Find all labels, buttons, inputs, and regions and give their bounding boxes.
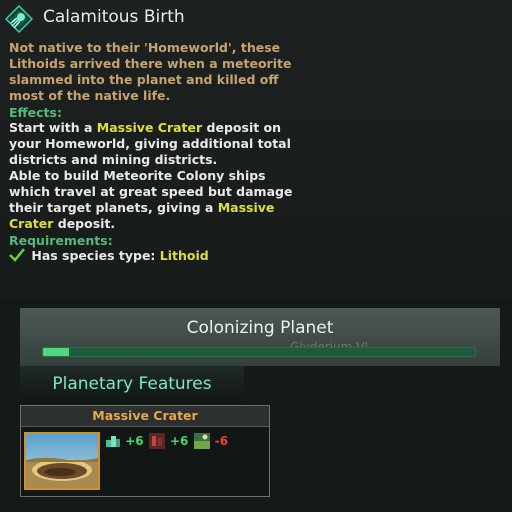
effects-text: Start with a Massive Crater deposit on y… [9,120,309,232]
modifier-value: -6 [214,434,229,448]
trait-tooltip: Calamitous Birth Not native to their 'Ho… [0,0,512,300]
requirement-text: Has species type: [31,248,160,263]
requirement-value: Lithoid [159,248,209,263]
meteor-trait-icon [4,4,34,34]
checkmark-icon [9,248,27,265]
colonization-progress-bar [42,347,476,357]
feature-modifiers: +6 +6 -6 [105,432,228,450]
mining-district-icon [148,432,166,450]
highlight-massive-crater: Massive Crater [96,120,203,135]
feature-card-massive-crater[interactable]: Massive Crater +6 +6 -6 [20,405,270,497]
colonizing-panel: Glyderium VI Colonizing Planet [20,308,500,366]
requirements-heading: Requirements: [9,233,113,248]
effects-heading: Effects: [9,105,62,120]
effect-crater-deposit: Start with a Massive Crater deposit on y… [9,120,291,167]
trait-title: Calamitous Birth [43,7,185,27]
planetary-features-header: Planetary Features [20,366,244,404]
progress-fill [43,348,69,356]
modifier-value: +6 [169,434,189,448]
effect-meteorite-ships: Able to build Meteorite Colony ships whi… [9,168,293,231]
total-districts-icon [105,434,121,449]
feature-name: Massive Crater [21,406,269,427]
crater-image [24,432,100,490]
planetary-features-title: Planetary Features [52,374,212,394]
colonizing-title: Colonizing Planet [186,318,334,338]
trait-description: Not native to their 'Homeworld', these L… [9,40,292,103]
planet-habitability-icon [193,432,211,450]
requirement-row: Has species type: Lithoid [9,248,209,265]
modifier-value: +6 [125,434,144,448]
